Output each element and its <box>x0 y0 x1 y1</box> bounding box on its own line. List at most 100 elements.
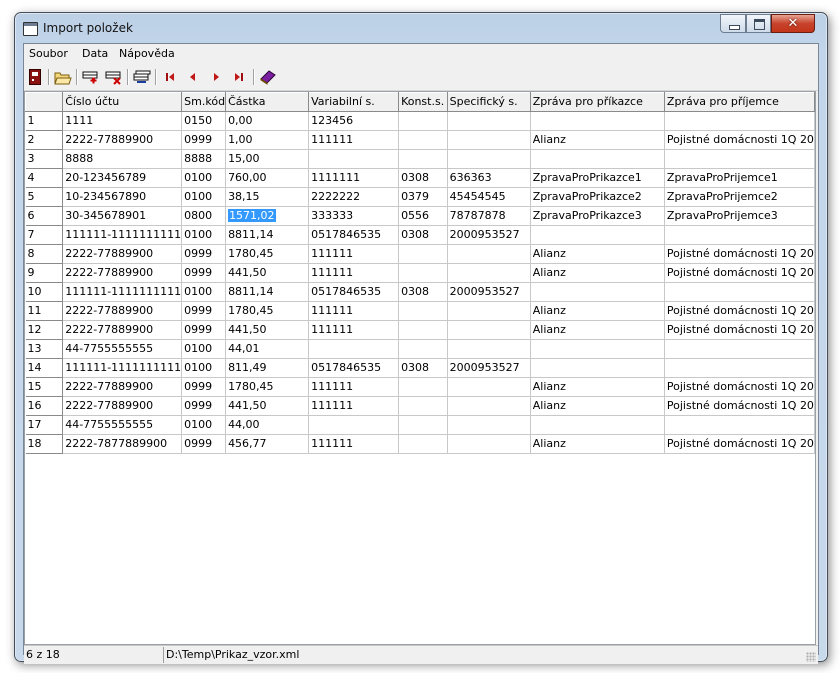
table-cell[interactable] <box>398 396 448 416</box>
table-row[interactable]: 5 10-234567890 0100 38,15 2222222 0379 4545454… <box>25 187 815 207</box>
table-cell[interactable]: 456,77 <box>225 434 310 454</box>
col-header-specificky-s[interactable]: Specifický s. <box>446 92 531 112</box>
table-cell[interactable]: 2000953527 <box>447 225 531 245</box>
table-cell[interactable] <box>308 339 400 359</box>
table-cell[interactable]: 44,00 <box>225 415 310 435</box>
table-cell[interactable]: 111111-1111111111 <box>62 358 183 378</box>
table-cell[interactable]: 0379 <box>398 187 448 207</box>
table-cell[interactable] <box>398 377 448 397</box>
table-cell[interactable] <box>664 111 815 131</box>
table-cell[interactable] <box>447 434 531 454</box>
table-cell[interactable]: Alianz <box>530 130 665 150</box>
table-cell[interactable]: 0800 <box>181 206 227 226</box>
table-cell[interactable]: 0100 <box>181 339 227 359</box>
help-book-icon[interactable] <box>258 67 278 87</box>
prev-record-icon[interactable] <box>183 67 203 87</box>
table-cell[interactable]: 111111-1111111111 <box>62 225 183 245</box>
table-cell[interactable]: 45454545 <box>447 187 531 207</box>
table-row[interactable]: 4 20-123456789 0100 760,00 1111111 0308 636363… <box>25 168 815 188</box>
table-cell[interactable] <box>664 415 815 435</box>
table-cell[interactable]: 0999 <box>181 396 227 416</box>
table-row[interactable]: 17 44-7755555555 0100 44,00 <box>25 415 815 435</box>
col-header-zprava-prikazce[interactable]: Zpráva pro příkazce <box>529 92 665 112</box>
table-cell[interactable]: 20-123456789 <box>62 168 183 188</box>
table-cell[interactable] <box>447 149 531 169</box>
table-cell[interactable]: 123456 <box>308 111 400 131</box>
table-cell[interactable]: 0999 <box>181 244 227 264</box>
table-cell[interactable]: 111111 <box>308 434 400 454</box>
table-cell[interactable]: ZpravaProPrikazce3 <box>530 206 665 226</box>
table-cell[interactable]: 0100 <box>181 282 227 302</box>
table-cell[interactable] <box>447 111 531 131</box>
table-cell[interactable]: 111111 <box>308 301 400 321</box>
table-cell[interactable]: 0,00 <box>225 111 310 131</box>
table-cell[interactable]: 78787878 <box>447 206 531 226</box>
table-cell[interactable]: 10-234567890 <box>62 187 183 207</box>
table-cell[interactable]: 2222222 <box>308 187 400 207</box>
table-cell[interactable]: 2222-77889900 <box>62 263 183 283</box>
table-cell[interactable]: 8811,14 <box>225 282 310 302</box>
table-row[interactable]: 10 111111-1111111111 0100 8811,14 0517846535… <box>25 282 815 302</box>
table-cell[interactable] <box>398 111 448 131</box>
table-cell[interactable] <box>398 149 448 169</box>
table-cell[interactable]: 441,50 <box>225 396 310 416</box>
table-cell[interactable]: Pojistné domácnosti 1Q 20 <box>664 396 815 416</box>
table-row[interactable]: 15 2222-77889900 0999 1780,45 111111 Alianz Po… <box>25 377 815 397</box>
table-cell[interactable]: 0517846535 <box>308 282 400 302</box>
table-cell[interactable] <box>530 358 665 378</box>
table-cell[interactable]: Pojistné domácnosti 1Q 20 <box>664 377 815 397</box>
table-cell[interactable]: 0100 <box>181 358 227 378</box>
table-cell[interactable]: 8888 <box>62 149 183 169</box>
table-cell[interactable]: 111111 <box>308 377 400 397</box>
table-cell[interactable] <box>398 301 448 321</box>
table-cell[interactable]: Alianz <box>530 396 665 416</box>
table-cell[interactable] <box>664 339 815 359</box>
table-cell[interactable]: Pojistné domácnosti 1Q 20 <box>664 301 815 321</box>
col-header-sm-kod[interactable]: Sm.kód <box>181 92 227 112</box>
table-row[interactable]: 2 2222-77889900 0999 1,00 111111 Alianz Pojist… <box>25 130 815 150</box>
table-cell[interactable]: 0308 <box>398 282 448 302</box>
table-cell[interactable]: 0999 <box>181 320 227 340</box>
table-cell[interactable]: 0999 <box>181 263 227 283</box>
resize-grip[interactable] <box>806 652 816 662</box>
col-header-variabilni-s[interactable]: Variabilní s. <box>308 92 400 112</box>
last-record-icon[interactable] <box>229 67 249 87</box>
table-cell[interactable] <box>398 339 448 359</box>
selected-cell-text[interactable]: 1571,02 <box>228 209 276 222</box>
table-cell[interactable] <box>398 434 448 454</box>
table-cell[interactable]: 8888 <box>181 149 227 169</box>
table-cell[interactable]: 2222-77889900 <box>62 301 183 321</box>
table-cell[interactable] <box>530 415 665 435</box>
table-cell[interactable]: 1111 <box>62 111 183 131</box>
table-cell[interactable]: 333333 <box>308 206 400 226</box>
exit-icon[interactable] <box>25 67 45 87</box>
menu-soubor[interactable]: Soubor <box>29 47 68 60</box>
minimize-button[interactable] <box>720 14 746 33</box>
table-cell[interactable]: 2222-77889900 <box>62 130 183 150</box>
table-cell[interactable]: 44-7755555555 <box>62 415 183 435</box>
table-cell[interactable] <box>530 225 665 245</box>
table-cell[interactable]: 0100 <box>181 415 227 435</box>
table-cell[interactable] <box>447 130 531 150</box>
table-cell[interactable]: 2222-77889900 <box>62 320 183 340</box>
table-cell[interactable]: 760,00 <box>225 168 310 188</box>
table-cell[interactable]: 15,00 <box>225 149 310 169</box>
close-button[interactable]: ✕ <box>771 14 815 33</box>
col-header-castka[interactable]: Částka <box>225 92 310 112</box>
table-cell[interactable]: 2222-77889900 <box>62 244 183 264</box>
table-cell[interactable]: Alianz <box>530 244 665 264</box>
table-cell[interactable]: 111111 <box>308 396 400 416</box>
table-cell[interactable]: Pojistné domácnosti 1Q 20 <box>664 263 815 283</box>
table-row[interactable]: 8 2222-77889900 0999 1780,45 111111 Alianz Poj… <box>25 244 815 264</box>
table-cell[interactable]: 0308 <box>398 168 448 188</box>
table-cell[interactable] <box>664 358 815 378</box>
table-cell[interactable]: 0100 <box>181 225 227 245</box>
table-cell[interactable]: 1780,45 <box>225 301 310 321</box>
maximize-button[interactable] <box>746 14 771 33</box>
table-cell[interactable]: 0100 <box>181 187 227 207</box>
open-folder-icon[interactable] <box>53 67 73 87</box>
table-cell[interactable]: 111111 <box>308 320 400 340</box>
table-cell[interactable] <box>308 149 400 169</box>
table-cell[interactable] <box>664 282 815 302</box>
table-cell[interactable]: 636363 <box>447 168 531 188</box>
